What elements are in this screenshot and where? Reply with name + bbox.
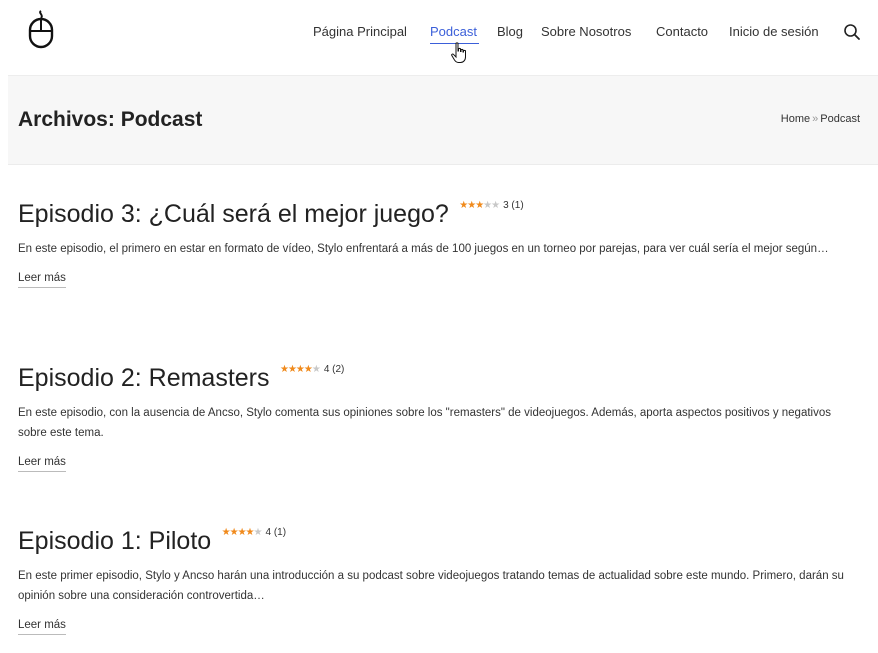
breadcrumb: Home» Podcast bbox=[781, 113, 860, 125]
star-empty-icon[interactable]: ★ bbox=[312, 364, 321, 375]
page-title: Archivos: Podcast bbox=[18, 108, 203, 131]
read-more-link[interactable]: Leer más bbox=[18, 619, 66, 635]
star-rating[interactable]: ★★★★★ 4 (2) bbox=[280, 364, 344, 375]
star-empty-icon[interactable]: ★ bbox=[254, 527, 263, 538]
rating-text: 4 (1) bbox=[265, 527, 287, 538]
star-rating[interactable]: ★★★★★ 4 (1) bbox=[222, 527, 286, 538]
nav-item-blog[interactable]: Blog bbox=[497, 22, 523, 42]
rating-text: 4 (2) bbox=[323, 364, 345, 375]
star-filled-icon[interactable]: ★ bbox=[230, 527, 239, 538]
nav-item-podcast[interactable]: Podcast bbox=[430, 22, 477, 42]
breadcrumb-home-link[interactable]: Home bbox=[781, 113, 810, 125]
read-more-link[interactable]: Leer más bbox=[18, 272, 66, 288]
search-icon[interactable] bbox=[843, 23, 861, 41]
star-empty-icon[interactable]: ★ bbox=[483, 200, 492, 211]
post-item: Episodio 1: Piloto ★★★★★ 4 (1) En este pr… bbox=[18, 527, 858, 635]
star-rating[interactable]: ★★★★★ 3 (1) bbox=[459, 200, 523, 211]
nav-item-pagina-principal[interactable]: Página Principal bbox=[313, 22, 407, 42]
site-header: Página Principal Podcast Blog Sobre Noso… bbox=[0, 0, 878, 75]
post-excerpt: En este episodio, con la ausencia de Anc… bbox=[18, 407, 831, 439]
main-nav: Página Principal Podcast Blog Sobre Noso… bbox=[0, 22, 878, 44]
post-title-link[interactable]: Episodio 2: Remasters bbox=[18, 364, 270, 393]
star-filled-icon[interactable]: ★ bbox=[280, 364, 289, 375]
star-filled-icon[interactable]: ★ bbox=[288, 364, 297, 375]
post-item: Episodio 3: ¿Cuál será el mejor juego? ★… bbox=[18, 200, 858, 288]
rating-stars[interactable]: ★★★★★ bbox=[222, 527, 263, 538]
star-filled-icon[interactable]: ★ bbox=[296, 364, 305, 375]
star-filled-icon[interactable]: ★ bbox=[475, 200, 484, 211]
star-filled-icon[interactable]: ★ bbox=[246, 527, 255, 538]
star-filled-icon[interactable]: ★ bbox=[222, 527, 231, 538]
star-filled-icon[interactable]: ★ bbox=[304, 364, 313, 375]
nav-item-contacto[interactable]: Contacto bbox=[656, 22, 708, 42]
rating-stars[interactable]: ★★★★★ bbox=[280, 364, 321, 375]
post-title-link[interactable]: Episodio 3: ¿Cuál será el mejor juego? bbox=[18, 200, 449, 229]
post-excerpt: En este episodio, el primero en estar en… bbox=[18, 243, 829, 255]
breadcrumb-separator: » bbox=[812, 113, 819, 125]
rating-stars[interactable]: ★★★★★ bbox=[459, 200, 500, 211]
star-filled-icon[interactable]: ★ bbox=[238, 527, 247, 538]
post-item: Episodio 2: Remasters ★★★★★ 4 (2) En este… bbox=[18, 364, 858, 472]
read-more-link[interactable]: Leer más bbox=[18, 456, 66, 472]
archive-banner: Archivos: Podcast Home» Podcast bbox=[8, 75, 878, 165]
hand-pointer-icon bbox=[451, 42, 466, 63]
post-excerpt: En este primer episodio, Stylo y Ancso h… bbox=[18, 570, 844, 602]
nav-item-sobre-nosotros[interactable]: Sobre Nosotros bbox=[541, 22, 631, 42]
rating-text: 3 (1) bbox=[503, 200, 524, 211]
star-empty-icon[interactable]: ★ bbox=[491, 200, 500, 211]
star-filled-icon[interactable]: ★ bbox=[467, 200, 476, 211]
breadcrumb-current: Podcast bbox=[820, 113, 860, 125]
post-title-link[interactable]: Episodio 1: Piloto bbox=[18, 527, 211, 556]
nav-item-inicio-de-sesion[interactable]: Inicio de sesión bbox=[729, 22, 819, 42]
